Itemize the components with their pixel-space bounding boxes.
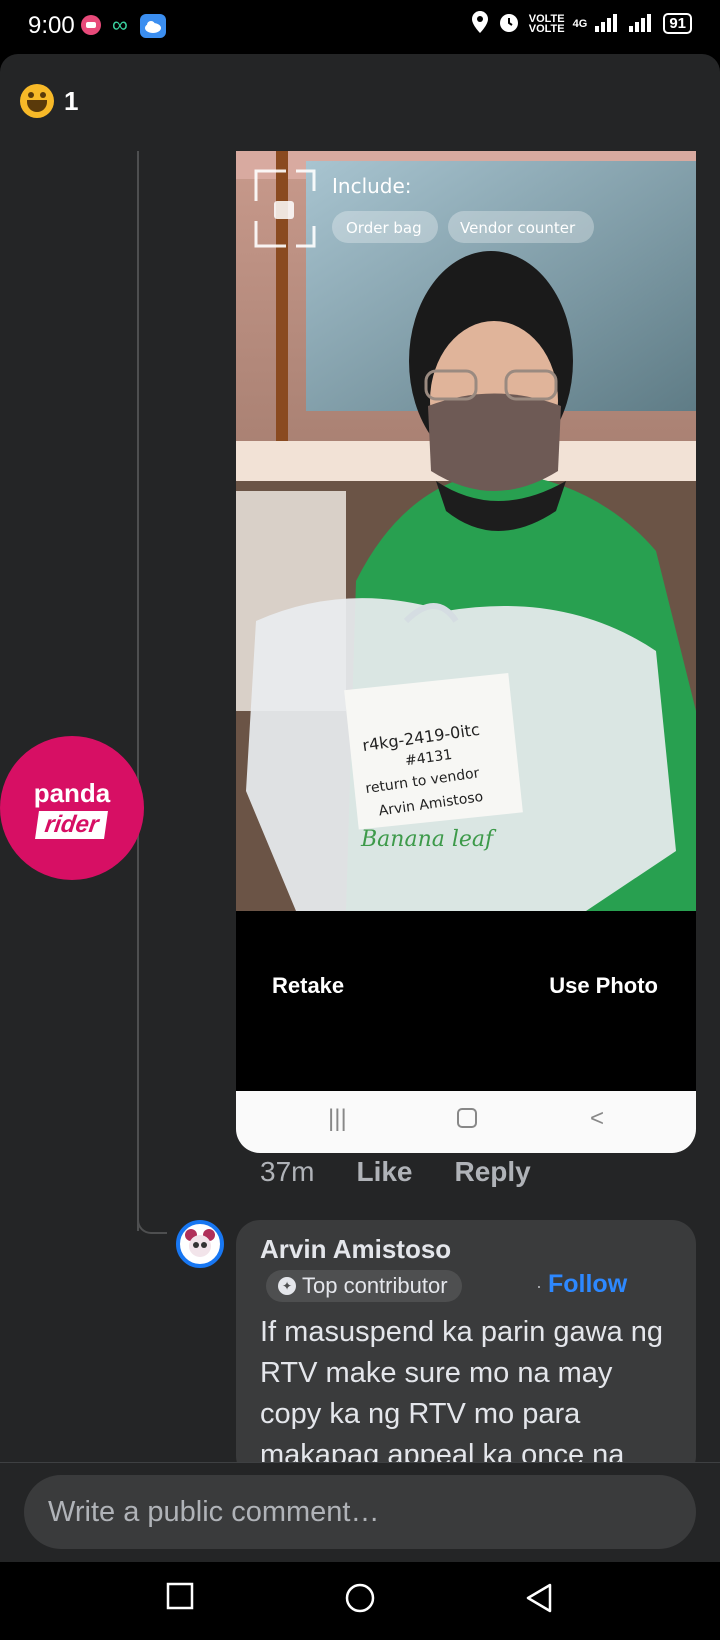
app-notification-icon	[80, 14, 102, 41]
retake-button: Retake	[272, 973, 345, 998]
follow-button[interactable]: · Follow	[536, 1270, 627, 1299]
bag-print: Banana leaf	[360, 827, 497, 852]
comments-sheet: 1 panda rider r4kg-2419-0itc #4131 retur…	[0, 54, 720, 1462]
network-type: 4G	[572, 17, 588, 30]
battery-level: 91	[669, 15, 686, 32]
laugh-emoji-icon	[20, 84, 54, 118]
top-contributor-badge[interactable]: ✦ Top contributor	[266, 1270, 462, 1302]
back-icon: <	[590, 1105, 605, 1132]
reaction-summary[interactable]: 1	[20, 84, 78, 118]
thread-line	[137, 151, 139, 1231]
page-avatar[interactable]: panda rider	[0, 736, 144, 880]
like-button[interactable]: Like	[356, 1156, 412, 1188]
comment-time: 37m	[260, 1156, 315, 1187]
photo-nav-bar: ||| <	[236, 1091, 696, 1153]
system-nav-bar	[0, 1562, 720, 1640]
panda-avatar-icon	[183, 1227, 217, 1261]
comment-author[interactable]: Arvin Amistoso	[260, 1234, 451, 1265]
badge-label: Top contributor	[302, 1273, 448, 1298]
location-icon	[471, 10, 489, 37]
cloud-icon	[140, 14, 166, 43]
alarm-icon	[497, 10, 521, 37]
infinity-icon: ∞	[112, 12, 128, 37]
reaction-count: 1	[64, 85, 79, 116]
status-bar: 9:00 ∞ VOLTE VOLTE 4G 91	[0, 0, 720, 52]
avatar-text-box: rider	[35, 810, 109, 839]
comment-actions: 37m Like Reply	[260, 1156, 531, 1188]
avatar-text: panda	[33, 777, 111, 808]
comment-composer: Write a public comment…	[0, 1462, 720, 1562]
separator-dot: ·	[536, 1276, 542, 1296]
badge-icon: ✦	[278, 1277, 296, 1295]
comment-input[interactable]: Write a public comment…	[24, 1475, 696, 1549]
avatar[interactable]	[176, 1220, 224, 1268]
follow-label: Follow	[548, 1270, 628, 1298]
overlay-chip: Vendor counter	[460, 219, 576, 237]
recents-button[interactable]	[166, 1582, 194, 1615]
home-button[interactable]	[344, 1582, 376, 1619]
battery-icon: 91	[663, 13, 692, 34]
comment-text: If masuspend ka parin gawa ng RTV make s…	[260, 1316, 664, 1462]
comment-photo[interactable]: r4kg-2419-0itc #4131 return to vendor Ar…	[236, 151, 696, 1153]
network-label-2: VOLTE	[528, 22, 565, 35]
signal-icon	[595, 12, 655, 35]
use-photo-button: Use Photo	[549, 973, 658, 998]
status-right: VOLTE VOLTE 4G 91	[471, 10, 692, 37]
thread-connector	[137, 1214, 167, 1234]
photo-image: r4kg-2419-0itc #4131 return to vendor Ar…	[236, 151, 696, 911]
camera-action-bar: Retake Use Photo	[236, 911, 696, 1091]
clock: 9:00	[28, 12, 75, 39]
overlay-title: Include:	[332, 174, 412, 198]
overlay-chip: Order bag	[346, 219, 422, 237]
recents-icon: |||	[328, 1105, 347, 1132]
home-icon	[456, 1107, 478, 1136]
network-label: VOLTE	[528, 12, 565, 25]
back-button[interactable]	[524, 1582, 554, 1619]
comment-bubble[interactable]: Arvin Amistoso ✦ Top contributor · Follow…	[236, 1220, 696, 1462]
reply-button[interactable]: Reply	[455, 1156, 531, 1188]
